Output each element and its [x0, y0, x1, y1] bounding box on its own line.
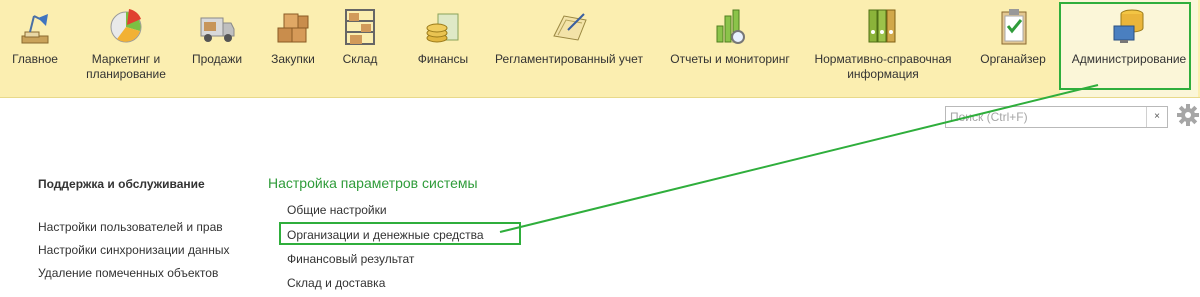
- binders-icon: [868, 9, 896, 43]
- section-regulated-accounting[interactable]: Регламентированный учет: [488, 0, 650, 97]
- general-settings-link[interactable]: Общие настройки: [287, 203, 387, 217]
- organizations-money-link[interactable]: Организации и денежные средства: [287, 228, 484, 242]
- section-label: Нормативно-справочная информация: [814, 52, 952, 81]
- boxes-icon: [277, 13, 309, 43]
- sync-settings-link[interactable]: Настройки синхронизации данных: [38, 243, 230, 257]
- section-label: Финансы: [417, 52, 469, 66]
- section-label: Главное: [12, 52, 58, 66]
- clipboard-icon: [1001, 9, 1027, 45]
- clear-search-icon[interactable]: ×: [1146, 107, 1167, 127]
- pie-chart-icon: [110, 9, 142, 43]
- settings-gear-icon[interactable]: [1176, 103, 1200, 127]
- section-sales[interactable]: Продажи: [184, 0, 250, 97]
- section-organizer[interactable]: Органайзер: [970, 0, 1056, 97]
- section-warehouse[interactable]: Склад: [332, 0, 388, 97]
- section-label: Закупки: [271, 52, 315, 66]
- section-label: Продажи: [191, 52, 243, 66]
- sections-panel: Главное Маркетинг и планирование Продажи…: [0, 0, 1200, 98]
- database-computer-icon: [1113, 9, 1144, 43]
- system-settings-title: Настройка параметров системы: [268, 175, 478, 191]
- delivery-truck-icon: [200, 17, 235, 42]
- section-label: Администрирование: [1071, 52, 1187, 66]
- section-label: Органайзер: [980, 52, 1046, 66]
- section-administration[interactable]: Администрирование: [1060, 0, 1198, 97]
- ledger-icon: [553, 13, 587, 41]
- users-rights-settings-link[interactable]: Настройки пользователей и прав: [38, 220, 223, 234]
- desk-lamp-icon: [21, 14, 49, 44]
- support-maintenance-title: Поддержка и обслуживание: [38, 177, 205, 191]
- section-reference-info[interactable]: Нормативно-справочная информация: [808, 0, 958, 97]
- section-label: Маркетинг и планирование: [86, 52, 166, 81]
- warehouse-delivery-link[interactable]: Склад и доставка: [287, 276, 385, 290]
- section-marketing[interactable]: Маркетинг и планирование: [78, 0, 174, 97]
- section-finance[interactable]: Финансы: [405, 0, 481, 97]
- bar-chart-icon: [716, 9, 745, 44]
- search-box[interactable]: ×: [945, 106, 1168, 128]
- section-label: Отчеты и мониторинг: [670, 52, 790, 66]
- warehouse-shelf-icon: [345, 9, 375, 45]
- section-label: Регламентированный учет: [495, 52, 643, 66]
- delete-marked-objects-link[interactable]: Удаление помеченных объектов: [38, 266, 218, 280]
- financial-result-link[interactable]: Финансовый результат: [287, 252, 414, 266]
- section-main[interactable]: Главное: [0, 0, 70, 97]
- coins-icon: [426, 13, 459, 43]
- section-purchases[interactable]: Закупки: [260, 0, 326, 97]
- search-input[interactable]: [948, 109, 1148, 125]
- section-label: Склад: [342, 52, 378, 66]
- section-reports[interactable]: Отчеты и мониторинг: [660, 0, 800, 97]
